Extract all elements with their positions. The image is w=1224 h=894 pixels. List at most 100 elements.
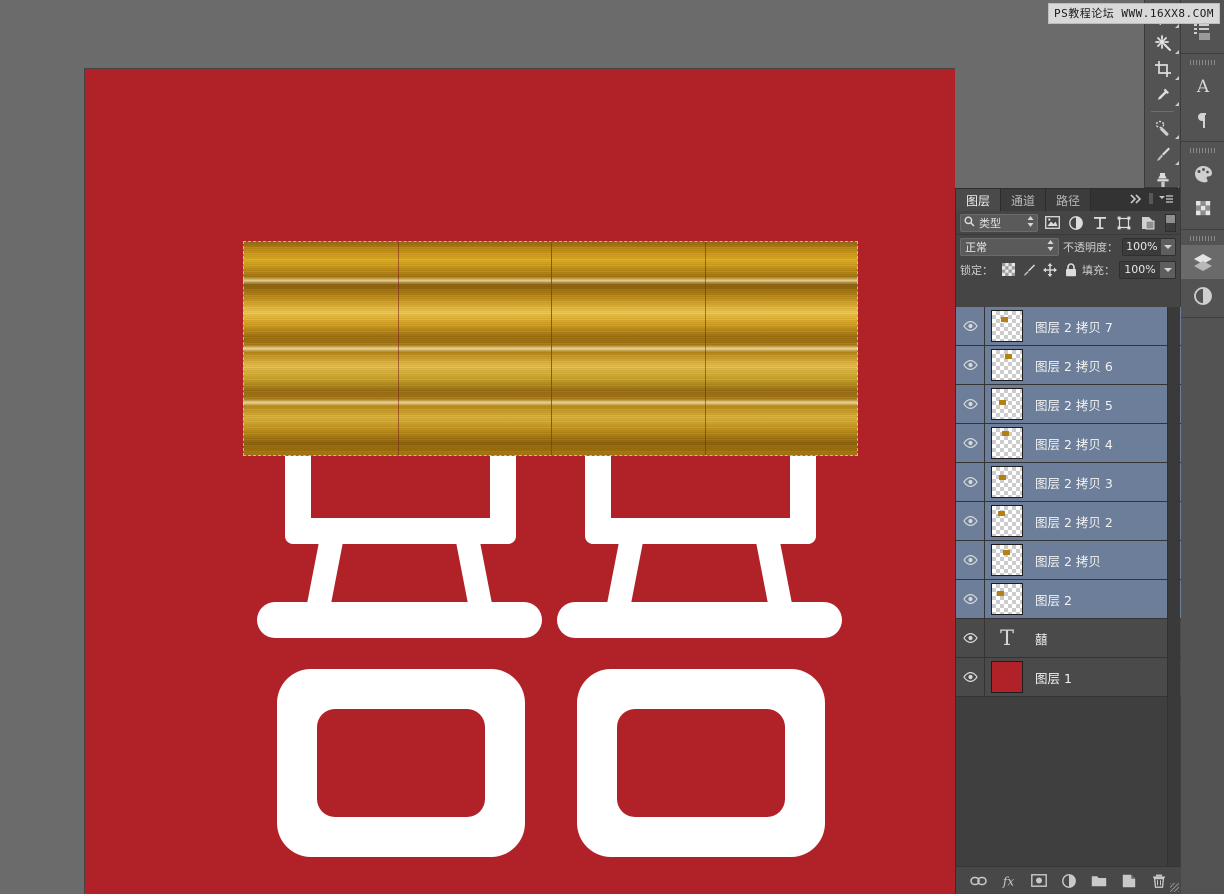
chevron-down-icon[interactable] [1160,261,1175,278]
rail-group-color [1181,142,1224,230]
canvas-workspace[interactable] [0,0,955,894]
layer-visibility-toggle[interactable] [956,307,985,345]
document-canvas[interactable] [85,69,955,894]
table-row[interactable]: 图层 2 拷贝 7 [956,307,1181,346]
layers-panel-footer[interactable]: fx [956,866,1181,894]
layer-name[interactable]: 囍 [1029,629,1181,648]
channels-panel-icon[interactable] [1181,279,1224,313]
lock-row[interactable]: 锁定： 填充： 100% [956,258,1180,281]
layer-thumbnail-cell[interactable] [985,661,1029,693]
layer-visibility-toggle[interactable] [956,541,985,579]
table-row[interactable]: 图层 2 拷贝 6 [956,346,1181,385]
add-layer-mask-button[interactable] [1030,872,1047,889]
paragraph-panel-icon[interactable] [1181,103,1224,137]
filter-kind-select[interactable]: 类型 [960,213,1038,232]
layers-list[interactable]: 图层 2 拷贝 7 图层 2 拷贝 6 图层 2 拷贝 5 图层 2 拷贝 4 … [956,307,1181,867]
panel-resize-grip[interactable] [1170,883,1179,892]
layers-scrollbar[interactable] [1167,307,1180,867]
layer-visibility-toggle[interactable] [956,580,985,618]
photoshop-window: A 图层 通道 路径 类型 正常 不透明度： 100% 锁定： 填充： 100%… [0,0,1224,894]
fill-field[interactable]: 100% [1119,260,1176,279]
layer-name[interactable]: 图层 1 [1029,668,1181,687]
layer-thumbnail-cell[interactable] [985,388,1029,420]
layer-thumbnail-cell[interactable] [985,349,1029,381]
blend-mode-row[interactable]: 正常 不透明度： 100% [956,235,1180,258]
layer-style-fx-button[interactable]: fx [1000,872,1017,889]
layer-thumbnail-cell[interactable] [985,466,1029,498]
fill-label: 填充： [1082,263,1115,277]
lock-position-icon[interactable] [1043,262,1057,277]
table-row[interactable]: 图层 2 [956,580,1181,619]
layer-name[interactable]: 图层 2 拷贝 [1029,551,1181,570]
layer-visibility-toggle[interactable] [956,463,985,501]
lock-image-pixels-icon[interactable] [1022,263,1036,277]
lock-transparent-pixels-icon[interactable] [1001,263,1015,277]
layer-name[interactable]: 图层 2 拷贝 4 [1029,434,1181,453]
layer-filter-row[interactable]: 类型 [956,211,1180,235]
new-layer-button[interactable] [1120,872,1137,889]
layer-visibility-toggle[interactable] [956,658,985,696]
table-row[interactable]: 图层 2 拷贝 5 [956,385,1181,424]
panel-drag-grip[interactable] [1189,58,1216,66]
tools-palette[interactable] [1144,0,1181,191]
layers-panel-icon[interactable] [1181,245,1224,279]
layer-thumbnail-cell[interactable] [985,583,1029,615]
layer-name[interactable]: 图层 2 [1029,590,1181,609]
new-adjustment-layer-button[interactable] [1060,872,1077,889]
layer-visibility-toggle[interactable] [956,424,985,462]
table-row[interactable]: 图层 2 拷贝 3 [956,463,1181,502]
layer-thumbnail-cell[interactable] [985,310,1029,342]
double-chevron-right-icon[interactable] [1130,193,1144,207]
filter-smart-object-layers-icon[interactable] [1138,214,1158,232]
layer-name[interactable]: 图层 2 拷贝 6 [1029,356,1181,375]
layer-thumbnail-cell[interactable]: T [985,622,1029,654]
delete-layer-button[interactable] [1150,872,1167,889]
layer-name[interactable]: 图层 2 拷贝 5 [1029,395,1181,414]
new-group-button[interactable] [1090,872,1107,889]
blend-mode-select[interactable]: 正常 [960,237,1059,256]
panel-drag-grip[interactable] [1189,234,1216,242]
stepper-arrows-icon[interactable] [1027,215,1034,230]
filter-adjustment-layers-icon[interactable] [1066,214,1086,232]
character-panel-icon[interactable]: A [1181,69,1224,103]
healing-brush-tool-icon[interactable] [1145,115,1181,141]
tab-channels[interactable]: 通道 [1001,189,1047,211]
opacity-field[interactable]: 100% [1121,237,1176,256]
crop-tool-icon[interactable] [1145,56,1181,82]
layer-visibility-toggle[interactable] [956,385,985,423]
table-row[interactable]: 图层 1 [956,658,1181,697]
panel-menu-icon[interactable] [1158,193,1174,207]
brush-tool-icon[interactable] [1145,141,1181,167]
table-row[interactable]: 图层 2 拷贝 2 [956,502,1181,541]
link-layers-button[interactable] [970,872,987,889]
table-row[interactable]: T 囍 [956,619,1181,658]
layers-panel[interactable]: 图层 通道 路径 类型 正常 不透明度： 100% 锁定： 填充： 100% 图… [955,188,1181,894]
layer-name[interactable]: 图层 2 拷贝 3 [1029,473,1181,492]
layer-visibility-toggle[interactable] [956,346,985,384]
panel-rail[interactable]: A [1180,0,1224,894]
panel-drag-grip[interactable] [1189,146,1216,154]
layer-name[interactable]: 图层 2 拷贝 2 [1029,512,1181,531]
magic-wand-tool-icon[interactable] [1145,30,1181,56]
color-panel-icon[interactable] [1181,157,1224,191]
layer-visibility-toggle[interactable] [956,502,985,540]
chevron-down-icon[interactable] [1160,238,1175,255]
tab-paths[interactable]: 路径 [1046,189,1092,211]
filter-enable-toggle[interactable] [1165,213,1176,232]
table-row[interactable]: 图层 2 拷贝 [956,541,1181,580]
tab-layers[interactable]: 图层 [956,189,1002,211]
panel-tab-bar[interactable]: 图层 通道 路径 [956,189,1180,211]
filter-pixel-layers-icon[interactable] [1042,214,1062,232]
filter-shape-layers-icon[interactable] [1114,214,1134,232]
layer-thumbnail-cell[interactable] [985,427,1029,459]
lock-all-icon[interactable] [1064,262,1078,277]
stepper-arrows-icon[interactable] [1047,239,1054,254]
eyedropper-tool-icon[interactable] [1145,82,1181,108]
swatches-panel-icon[interactable] [1181,191,1224,225]
filter-type-layers-icon[interactable] [1090,214,1110,232]
layer-thumbnail-cell[interactable] [985,505,1029,537]
layer-visibility-toggle[interactable] [956,619,985,657]
layer-thumbnail-cell[interactable] [985,544,1029,576]
table-row[interactable]: 图层 2 拷贝 4 [956,424,1181,463]
layer-name[interactable]: 图层 2 拷贝 7 [1029,317,1181,336]
